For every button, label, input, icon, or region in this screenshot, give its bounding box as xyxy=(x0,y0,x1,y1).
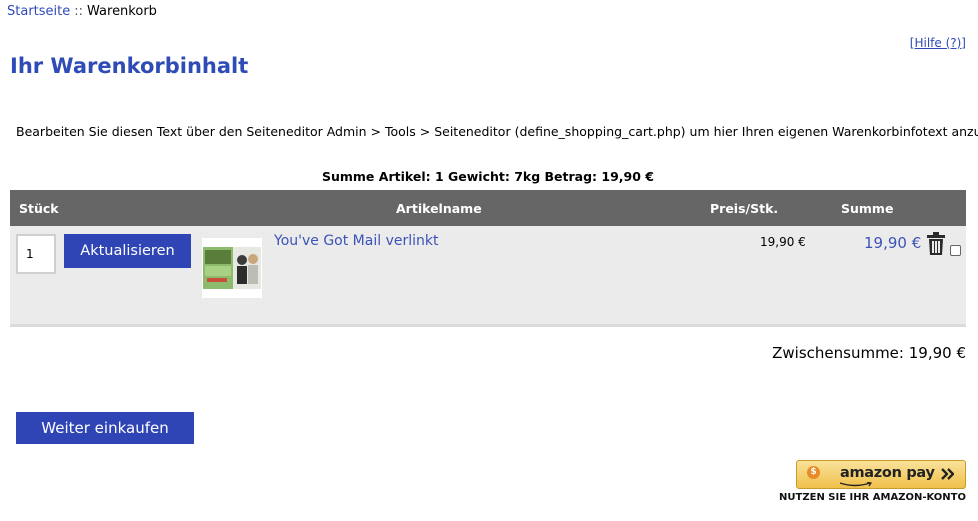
product-image xyxy=(202,238,262,298)
header-total: Summe xyxy=(841,201,894,216)
amazon-smile-icon xyxy=(839,482,872,487)
header-unit-price: Preis/Stk. xyxy=(710,201,779,216)
continue-shopping-button[interactable]: Weiter einkaufen xyxy=(16,412,194,444)
header-quantity: Stück xyxy=(19,201,59,216)
page-title: Ihr Warenkorbinhalt xyxy=(10,54,249,78)
cart-summary: Summe Artikel: 1 Gewicht: 7kg Betrag: 19… xyxy=(321,169,654,184)
breadcrumb: Startseite:: Warenkorb xyxy=(7,4,157,19)
amazon-pay-icon: $ xyxy=(807,466,820,479)
amazon-pay-button[interactable]: $ amazon pay xyxy=(796,460,966,489)
breadcrumb-separator: :: xyxy=(74,4,84,19)
remove-checkbox[interactable] xyxy=(950,245,961,256)
update-button[interactable]: Aktualisieren xyxy=(64,234,191,268)
trash-icon[interactable] xyxy=(926,232,946,256)
cart-table-header: Stück Artikelname Preis/Stk. Summe xyxy=(10,190,966,226)
unit-price: 19,90 € xyxy=(760,235,806,249)
product-name-link[interactable]: You've Got Mail verlinkt xyxy=(274,233,438,249)
amazon-pay-label: amazon pay xyxy=(840,465,935,481)
product-thumbnail[interactable] xyxy=(202,238,262,298)
quantity-input[interactable] xyxy=(16,234,56,274)
subtotal: Zwischensumme: 19,90 € xyxy=(772,344,966,362)
line-total: 19,90 € xyxy=(864,234,922,252)
amazon-pay-note: NUTZEN SIE IHR AMAZON-KONTO xyxy=(779,492,966,503)
chevron-double-right-icon xyxy=(941,468,955,480)
breadcrumb-current: Warenkorb xyxy=(87,4,157,19)
help-link[interactable]: [Hilfe (?)] xyxy=(910,36,966,50)
header-product-name: Artikelname xyxy=(396,201,482,216)
cart-info-text: Bearbeiten Sie diesen Text über den Seit… xyxy=(16,124,978,139)
breadcrumb-home-link[interactable]: Startseite xyxy=(7,4,70,19)
cart-row: Aktualisieren You've Got Mail verlinkt 1… xyxy=(10,226,966,327)
